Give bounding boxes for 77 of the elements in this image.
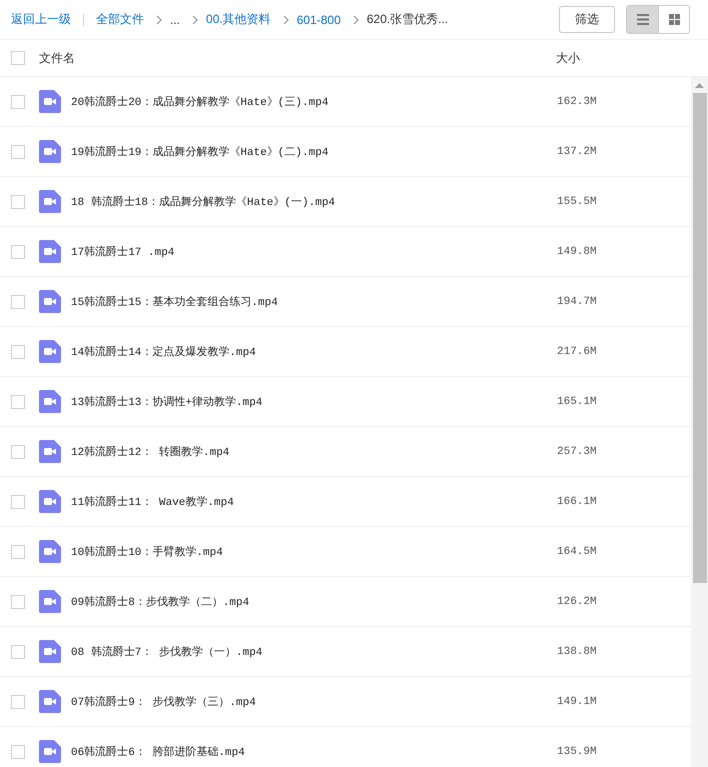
row-checkbox[interactable] bbox=[11, 444, 25, 458]
file-name[interactable]: 17韩流爵士17 .mp4 bbox=[71, 244, 557, 259]
scrollbar[interactable] bbox=[691, 77, 708, 767]
video-file-icon bbox=[39, 140, 61, 163]
chevron-icon bbox=[156, 14, 162, 24]
file-size: 149.8M bbox=[557, 246, 598, 258]
file-size: 194.7M bbox=[557, 296, 598, 308]
file-size: 135.9M bbox=[557, 746, 598, 758]
file-size: 137.2M bbox=[557, 146, 598, 158]
row-checkbox[interactable] bbox=[11, 344, 25, 358]
video-file-icon bbox=[39, 190, 61, 213]
grid-view-button[interactable] bbox=[658, 6, 689, 33]
row-checkbox[interactable] bbox=[11, 94, 25, 108]
file-name[interactable]: 20韩流爵士20：成品舞分解教学《Hate》(三).mp4 bbox=[71, 94, 557, 109]
list-view-button[interactable] bbox=[627, 6, 658, 33]
file-name[interactable]: 10韩流爵士10：手臂教学.mp4 bbox=[71, 544, 557, 559]
row-checkbox[interactable] bbox=[11, 544, 25, 558]
video-file-icon bbox=[39, 90, 61, 113]
back-link[interactable]: 返回上一级 bbox=[11, 11, 71, 28]
video-file-icon bbox=[39, 440, 61, 463]
list-icon bbox=[636, 14, 648, 25]
row-checkbox[interactable] bbox=[11, 594, 25, 608]
breadcrumb-link[interactable]: 全部文件 bbox=[96, 11, 144, 28]
file-name[interactable]: 15韩流爵士15：基本功全套组合练习.mp4 bbox=[71, 294, 557, 309]
file-size: 162.3M bbox=[557, 96, 598, 108]
select-all-checkbox[interactable] bbox=[11, 51, 25, 65]
file-size: 166.1M bbox=[557, 496, 598, 508]
video-file-icon bbox=[39, 390, 61, 413]
breadcrumb-link[interactable]: 00.其他资料 bbox=[206, 11, 271, 28]
file-name[interactable]: 13韩流爵士13：协调性+律动教学.mp4 bbox=[71, 394, 557, 409]
file-size: 126.2M bbox=[557, 596, 598, 608]
breadcrumb-text: 620.张雪优秀... bbox=[366, 11, 448, 28]
grid-icon bbox=[668, 14, 680, 25]
file-name[interactable]: 12韩流爵士12： 转圈教学.mp4 bbox=[71, 444, 557, 459]
row-checkbox[interactable] bbox=[11, 744, 25, 758]
chevron-icon bbox=[192, 14, 198, 24]
video-file-icon bbox=[39, 290, 61, 313]
column-header[interactable]: 文件名 bbox=[39, 50, 556, 66]
row-checkbox[interactable] bbox=[11, 294, 25, 308]
file-size: 217.6M bbox=[557, 346, 598, 358]
column-header[interactable]: 大小 bbox=[556, 50, 708, 66]
row-checkbox[interactable] bbox=[11, 644, 25, 658]
file-size: 138.8M bbox=[557, 646, 598, 658]
file-size: 149.1M bbox=[557, 696, 598, 708]
file-name[interactable]: 18 韩流爵士18：成品舞分解教学《Hate》(一).mp4 bbox=[71, 194, 557, 209]
row-checkbox[interactable] bbox=[11, 494, 25, 508]
file-size: 165.1M bbox=[557, 396, 598, 408]
file-size: 257.3M bbox=[557, 446, 598, 458]
file-name[interactable]: 14韩流爵士14：定点及爆发教学.mp4 bbox=[71, 344, 557, 359]
row-checkbox[interactable] bbox=[11, 694, 25, 708]
row-checkbox[interactable] bbox=[11, 144, 25, 158]
scroll-up-icon bbox=[695, 83, 704, 88]
file-size: 155.5M bbox=[557, 196, 598, 208]
file-name[interactable]: 11韩流爵士11： Wave教学.mp4 bbox=[71, 494, 557, 509]
file-name[interactable]: 09韩流爵士8：步伐教学（二）.mp4 bbox=[71, 594, 557, 609]
chevron-icon bbox=[282, 14, 289, 24]
file-name[interactable]: 19韩流爵士19：成品舞分解教学《Hate》(二).mp4 bbox=[71, 144, 557, 159]
video-file-icon bbox=[39, 540, 61, 563]
row-checkbox[interactable] bbox=[11, 244, 25, 258]
video-file-icon bbox=[39, 690, 61, 713]
video-file-icon bbox=[39, 340, 61, 363]
breadcrumb-text: ... bbox=[170, 12, 180, 26]
row-checkbox[interactable] bbox=[11, 194, 25, 208]
file-size: 164.5M bbox=[557, 546, 598, 558]
video-file-icon bbox=[39, 740, 61, 763]
chevron-icon bbox=[352, 14, 359, 24]
row-checkbox[interactable] bbox=[11, 394, 25, 408]
video-file-icon bbox=[39, 240, 61, 263]
breadcrumb-link[interactable]: 601-800 bbox=[296, 12, 341, 26]
file-name[interactable]: 07韩流爵士9： 步伐教学（三）.mp4 bbox=[71, 694, 557, 709]
scrollbar-thumb[interactable] bbox=[692, 93, 706, 583]
filter-button[interactable]: 筛选 bbox=[559, 6, 615, 33]
video-file-icon bbox=[39, 590, 61, 613]
video-file-icon bbox=[39, 640, 61, 663]
file-name[interactable]: 06韩流爵士6： 胯部进阶基础.mp4 bbox=[71, 744, 557, 759]
video-file-icon bbox=[39, 490, 61, 513]
file-name[interactable]: 08 韩流爵士7： 步伐教学（一）.mp4 bbox=[71, 644, 557, 659]
